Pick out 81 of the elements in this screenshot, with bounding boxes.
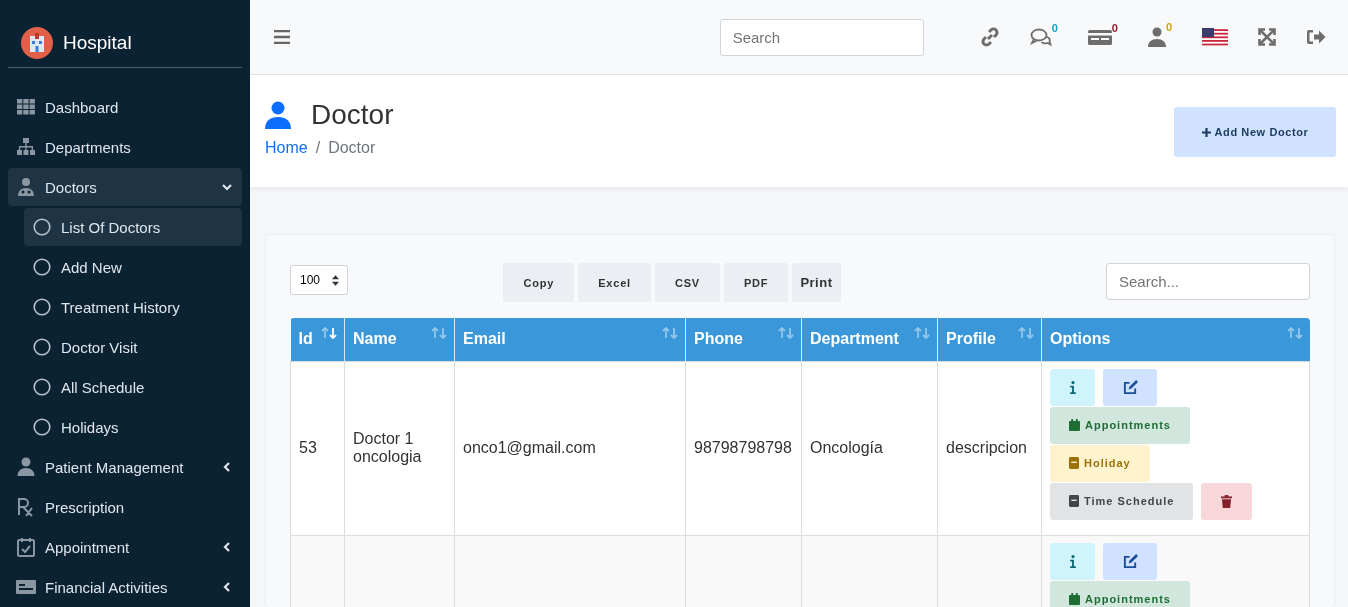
edit-icon: [1122, 553, 1138, 569]
sidebar-item[interactable]: Prescription: [8, 488, 242, 526]
trash-icon: [1221, 494, 1233, 508]
sitemap-icon: [16, 137, 36, 157]
chevron-icon: [222, 462, 232, 472]
add-doctor-button[interactable]: Add New Doctor: [1174, 107, 1336, 157]
chevron-icon: [222, 542, 232, 552]
circle-icon: [33, 378, 51, 396]
circle-icon: [33, 418, 51, 436]
plus-icon: [1201, 127, 1211, 137]
table-cell: descripcion: [946, 439, 1027, 456]
breadcrumb-link[interactable]: Home: [265, 139, 308, 157]
sidebar-item[interactable]: Financial Activities: [8, 568, 242, 606]
circle-icon: [33, 338, 51, 356]
menu-icon[interactable]: [274, 30, 290, 44]
info-icon: [1069, 554, 1076, 568]
table-cell: 98798798798: [694, 439, 792, 456]
sidebar-subitem[interactable]: List Of Doctors: [24, 208, 242, 246]
link-icon[interactable]: [979, 27, 1000, 47]
table-cell: Doctor 1 oncologia: [353, 430, 422, 465]
sidebar-subitem[interactable]: Treatment History: [24, 288, 242, 326]
count-label: 0: [1111, 22, 1118, 34]
sidebar-subitem[interactable]: Holidays: [24, 408, 242, 446]
breadcrumb-separator: /: [315, 139, 321, 157]
flag-icon[interactable]: [1202, 28, 1228, 46]
export-button[interactable]: Copy: [503, 263, 575, 302]
table-search-field[interactable]: Search...: [1106, 263, 1310, 300]
chevron-icon: [222, 182, 232, 192]
chevron-icon: [222, 582, 232, 592]
calendar-icon: [1069, 593, 1080, 605]
expand-icon[interactable]: [1258, 28, 1276, 46]
sidebar-item[interactable]: Dashboard: [8, 88, 242, 126]
calendar-icon: [1069, 419, 1080, 431]
sidebar-item[interactable]: Doctors: [8, 168, 242, 206]
breadcrumb-current: Doctor: [328, 139, 376, 157]
circle-icon: [33, 218, 51, 236]
page-title: Doctor: [311, 99, 394, 131]
schedule-button[interactable]: Time Schedule: [1050, 482, 1194, 520]
circle-icon: [33, 298, 51, 316]
grid-icon: [16, 97, 36, 117]
card-icon[interactable]: [1087, 28, 1112, 46]
count-label: 0: [1051, 22, 1058, 34]
export-button[interactable]: CSV: [654, 263, 720, 302]
table-cell: Oncología: [810, 439, 883, 456]
export-button[interactable]: PDF: [723, 263, 789, 302]
user-icon: [265, 101, 291, 129]
sort-arrows-icon: [332, 274, 339, 286]
info-icon: [1069, 380, 1076, 394]
sign-out-icon[interactable]: [1306, 28, 1326, 46]
sidebar-item[interactable]: Patient Management: [8, 448, 242, 486]
search-field[interactable]: Search: [719, 18, 924, 56]
appointments-button[interactable]: Appointments: [1050, 406, 1190, 444]
holiday-button[interactable]: Holiday: [1050, 444, 1150, 482]
sidebar-subitem[interactable]: Doctor Visit: [24, 328, 242, 366]
sidebar-item[interactable]: Departments: [8, 128, 242, 166]
table-cell: onco1@gmail.com: [463, 439, 596, 456]
edit-button[interactable]: [1103, 542, 1157, 580]
edit-icon: [1122, 379, 1138, 395]
count-label: 0: [1165, 21, 1172, 33]
sidebar-subitem[interactable]: Add New: [24, 248, 242, 286]
doctor-icon: [16, 177, 36, 197]
brand-name: Hospital: [63, 32, 132, 54]
user-icon: [16, 457, 36, 477]
sidebar-item[interactable]: Appointment: [8, 528, 242, 566]
delete-button[interactable]: [1201, 482, 1253, 520]
sidebar-subitem[interactable]: All Schedule: [24, 368, 242, 406]
money-icon: [16, 577, 36, 597]
chat-icon[interactable]: [1029, 28, 1052, 46]
page-length-select[interactable]: 100: [290, 265, 348, 295]
user-icon[interactable]: [1147, 27, 1166, 47]
rx-icon: [16, 497, 36, 517]
book-icon: [1069, 495, 1079, 507]
circle-icon: [33, 258, 51, 276]
appointments-button[interactable]: Appointments: [1050, 580, 1190, 607]
calendar-icon: [16, 537, 36, 557]
edit-button[interactable]: [1103, 368, 1157, 406]
book-icon: [1069, 457, 1079, 469]
export-button[interactable]: Print: [792, 263, 841, 302]
table-cell: 53: [299, 439, 317, 456]
export-button[interactable]: Excel: [578, 263, 651, 302]
hospital-logo-icon: [21, 27, 53, 59]
